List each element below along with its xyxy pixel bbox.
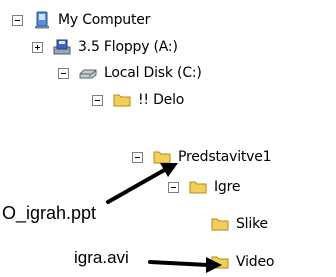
avi-arrow <box>148 257 222 273</box>
ppt-arrow <box>106 163 178 204</box>
annotation-arrows <box>106 163 222 273</box>
